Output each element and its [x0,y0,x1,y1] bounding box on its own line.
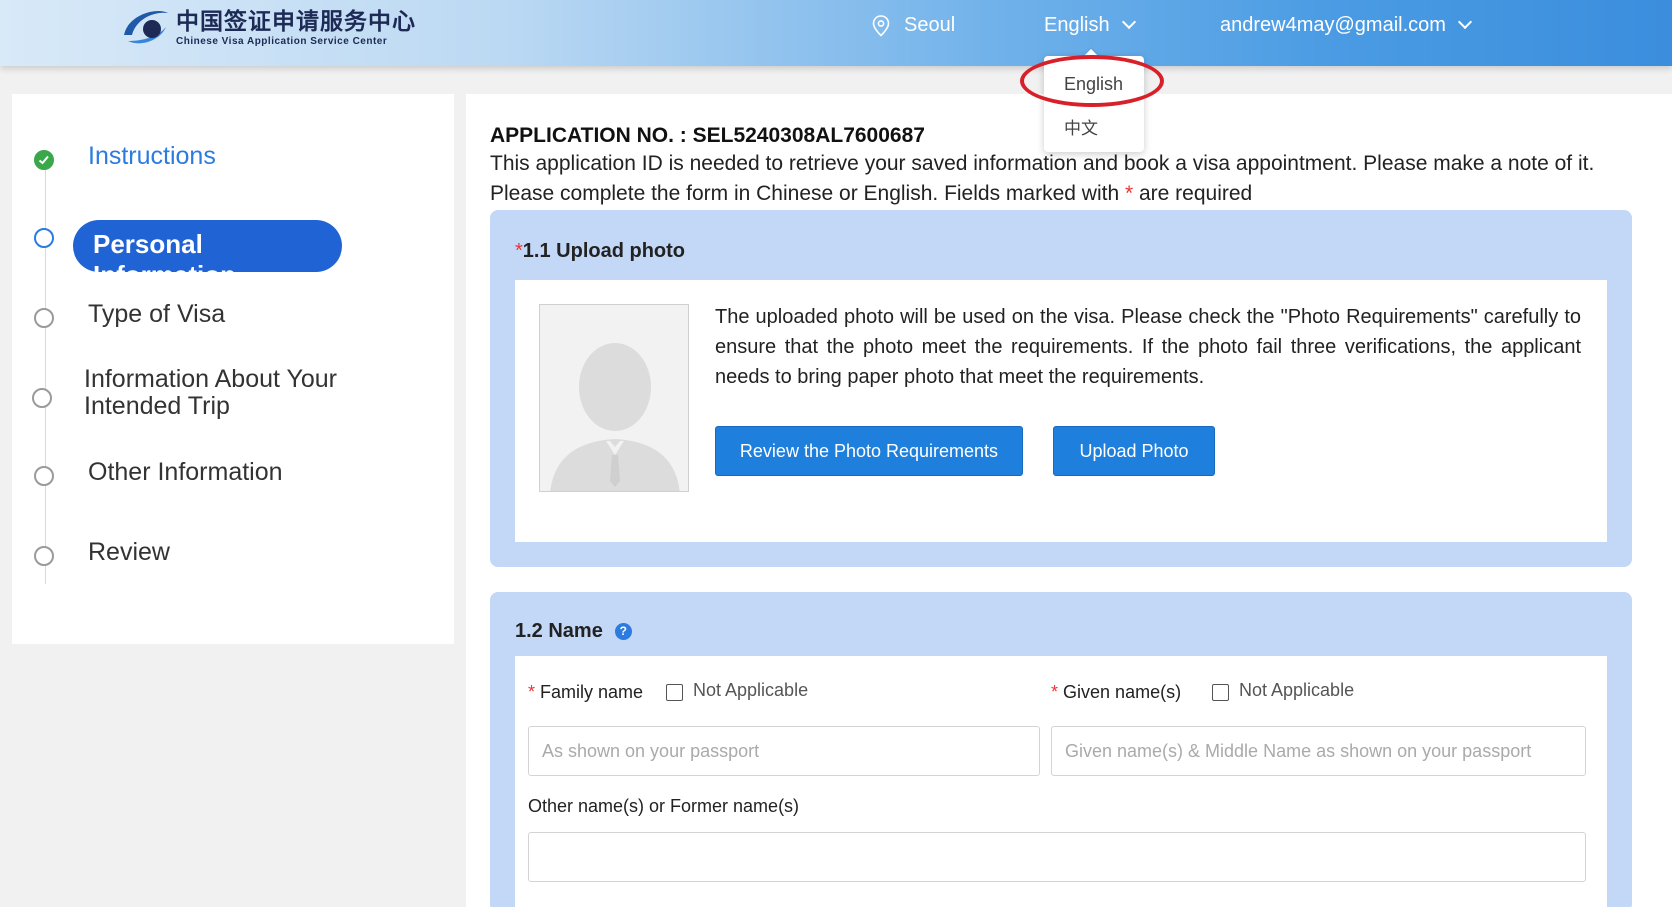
photo-placeholder [539,304,689,492]
step-done-check-icon [34,150,54,170]
logo-chinese-text: 中国签证申请服务中心 [176,8,416,35]
chevron-down-icon [1121,14,1136,29]
step-review[interactable]: Review [88,538,170,567]
step-instructions[interactable]: Instructions [88,142,216,171]
logo-swirl-icon [124,11,168,44]
upload-photo-title: *1.1 Upload photo [515,240,685,263]
family-not-applicable-label: Not Applicable [693,680,809,700]
step-pending-circle-icon [32,388,52,408]
upload-photo-title-text: 1.1 Upload photo [522,240,686,262]
help-icon[interactable]: ? [614,623,632,640]
step-pending-circle-icon [34,466,54,486]
user-menu[interactable]: andrew4may@gmail.com [1220,14,1473,37]
name-section-title: 1.2 Name? [515,620,632,643]
step-type-of-visa[interactable]: Type of Visa [88,300,225,329]
name-section: 1.2 Name? * Family name Not Applicable *… [490,592,1632,907]
step-pending-circle-icon [34,546,54,566]
steps-connector-line [45,164,46,584]
language-option-english[interactable]: English [1064,74,1123,95]
review-photo-requirements-button[interactable]: Review the Photo Requirements [715,426,1023,476]
step-pending-circle-icon [34,308,54,328]
other-names-input[interactable] [528,832,1586,882]
name-panel: * Family name Not Applicable * Given nam… [515,656,1607,907]
user-email: andrew4may@gmail.com [1220,14,1446,36]
person-silhouette-icon [540,305,688,491]
application-description: This application ID is needed to retriev… [490,152,1595,175]
name-section-title-text: 1.2 Name [515,620,603,642]
required-note-text: Please complete the form in Chinese or E… [490,182,1120,205]
family-name-input[interactable]: As shown on your passport [528,726,1040,776]
main-content: APPLICATION NO. : SEL5240308AL7600687 Th… [466,94,1672,907]
upload-photo-section: *1.1 Upload photo The uploaded photo wil… [490,210,1632,567]
location-selector[interactable]: Seoul [872,14,955,37]
given-not-applicable-label: Not Applicable [1239,680,1355,700]
upload-photo-button[interactable]: Upload Photo [1053,426,1215,476]
required-fields-note: Please complete the form in Chinese or E… [490,182,1252,206]
family-name-label-text: Family name [540,682,644,702]
required-asterisk: * [528,682,536,702]
chevron-down-icon [1457,14,1473,29]
language-selector[interactable]: English [1044,14,1136,37]
given-name-input[interactable]: Given name(s) & Middle Name as shown on … [1051,726,1586,776]
step-intended-trip-line1: Information About Your [84,365,337,393]
given-not-applicable-checkbox[interactable] [1212,684,1229,701]
required-asterisk: * [1124,182,1134,205]
required-note-suffix: are required [1139,182,1253,205]
required-asterisk: * [1051,682,1059,702]
upload-photo-panel: The uploaded photo will be used on the v… [515,280,1607,542]
photo-instructions: The uploaded photo will be used on the v… [715,306,1581,388]
given-name-label: * Given name(s) [1051,682,1181,703]
step-intended-trip[interactable]: Information About Your Intended Trip [84,366,337,420]
location-pin-icon [872,14,890,37]
family-not-applicable-checkbox[interactable] [666,684,683,701]
other-names-label: Other name(s) or Former name(s) [528,796,800,816]
location-label: Seoul [904,14,956,36]
required-asterisk: * [515,240,523,262]
application-number: APPLICATION NO. : SEL5240308AL7600687 [490,124,925,147]
top-header: 中国签证申请服务中心 Chinese Visa Application Serv… [0,0,1672,66]
steps-sidebar: Instructions Personal Information Type o… [12,94,454,644]
logo[interactable]: 中国签证申请服务中心 Chinese Visa Application Serv… [118,4,416,52]
step-active-circle-icon [34,228,54,248]
step-other-information[interactable]: Other Information [88,458,283,487]
family-name-label: * Family name [528,682,643,703]
language-option-chinese[interactable]: 中文 [1064,114,1098,139]
step-intended-trip-line2: Intended Trip [84,392,230,420]
language-dropdown: English 中文 [1044,56,1144,152]
step-personal-information[interactable]: Personal Information [73,220,342,290]
language-label: English [1044,14,1110,36]
logo-english-text: Chinese Visa Application Service Center [176,36,388,47]
given-name-label-text: Given name(s) [1063,682,1182,702]
